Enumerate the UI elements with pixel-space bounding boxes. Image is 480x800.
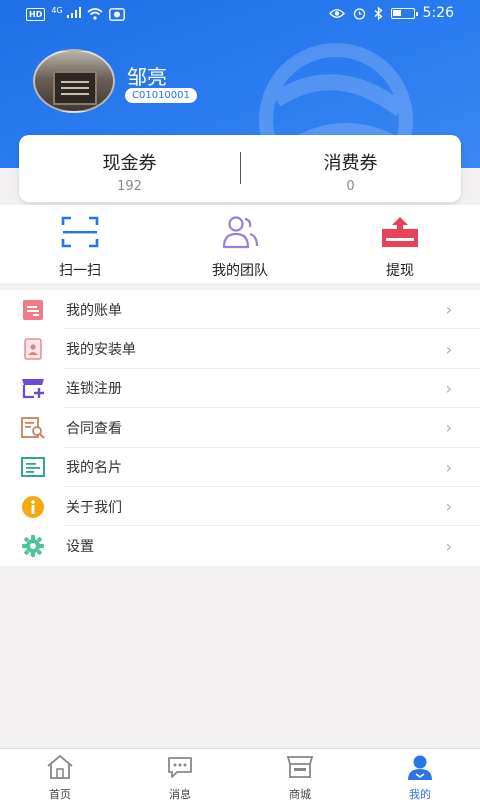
tab-mine-label: 我的 xyxy=(409,788,431,800)
menu-item-business-card-label: 我的名片 xyxy=(66,460,122,477)
business-card-icon xyxy=(20,454,46,480)
user-code-badge: C01010001 xyxy=(125,88,197,103)
status-time: 5:26 xyxy=(422,5,454,21)
my-team-button[interactable]: 我的团队 xyxy=(160,205,320,283)
menu-item-install-order-label: 我的安装单 xyxy=(66,342,136,359)
tab-home[interactable]: 首页 xyxy=(0,749,120,800)
consumption-voucher-value: 0 xyxy=(346,179,355,194)
user-name: 邹亮 xyxy=(127,65,167,89)
tab-home-label: 首页 xyxy=(49,788,71,800)
my-team-label: 我的团队 xyxy=(212,263,268,279)
menu-item-store-register-label: 连锁注册 xyxy=(66,381,122,398)
status-bar: HD 4G 5:26 xyxy=(0,0,480,28)
chevron-right-icon: › xyxy=(445,457,452,477)
wifi-icon xyxy=(87,8,103,20)
menu-item-store-register[interactable]: 连锁注册 › xyxy=(0,369,480,409)
cash-voucher[interactable]: 现金券 192 xyxy=(19,135,240,202)
menu-item-contract-label: 合同查看 xyxy=(66,420,122,437)
contract-search-icon xyxy=(20,415,46,441)
alarm-icon xyxy=(353,7,365,20)
shop-icon xyxy=(286,756,314,778)
menu-item-bill-label: 我的账单 xyxy=(66,302,122,319)
eye-icon xyxy=(328,8,345,18)
chevron-right-icon: › xyxy=(445,418,452,438)
quick-actions: 扫一扫 我的团队 提现 xyxy=(0,205,480,283)
menu-item-business-card[interactable]: 我的名片 › xyxy=(0,448,480,487)
tab-message[interactable]: 消息 xyxy=(120,749,240,800)
cash-voucher-value: 192 xyxy=(117,179,142,194)
info-icon xyxy=(20,494,46,520)
menu-item-install-order[interactable]: 我的安装单 › xyxy=(0,329,480,369)
home-icon xyxy=(47,754,73,779)
withdraw-icon xyxy=(382,217,418,247)
store-register-icon xyxy=(20,375,46,401)
menu-item-about-us-label: 关于我们 xyxy=(66,499,122,516)
voucher-card: 现金券 192 消费券 0 xyxy=(19,135,461,202)
consumption-voucher[interactable]: 消费券 0 xyxy=(240,135,461,202)
cash-voucher-title: 现金券 xyxy=(102,153,157,174)
withdraw-label: 提现 xyxy=(386,263,414,279)
scan-label: 扫一扫 xyxy=(59,263,101,279)
chevron-right-icon: › xyxy=(445,378,452,398)
bottom-tab-bar: 首页 消息 商城 我的 xyxy=(0,748,480,800)
avatar[interactable] xyxy=(33,49,115,113)
chevron-right-icon: › xyxy=(445,497,452,517)
scan-icon xyxy=(61,216,99,248)
voucher-divider xyxy=(240,152,241,184)
profile-icon xyxy=(408,755,432,780)
signal-icon: 4G xyxy=(51,6,81,22)
hd-badge: HD xyxy=(26,7,46,21)
menu-item-bill[interactable]: 我的账单 › xyxy=(0,290,480,330)
message-icon xyxy=(168,757,192,778)
menu-list: 我的账单 › 我的安装单 › 连锁注册 › 合同查看 › 我的名片 › 关于我们… xyxy=(0,290,480,566)
battery-icon xyxy=(390,7,418,19)
app-notification-icon xyxy=(108,7,125,21)
chevron-right-icon: › xyxy=(445,536,452,556)
menu-item-contract[interactable]: 合同查看 › xyxy=(0,408,480,448)
bluetooth-icon xyxy=(374,6,383,20)
consumption-voucher-title: 消费券 xyxy=(323,153,378,174)
menu-item-about-us[interactable]: 关于我们 › xyxy=(0,487,480,527)
tab-shop-label: 商城 xyxy=(289,788,311,800)
withdraw-button[interactable]: 提现 xyxy=(320,205,480,283)
install-order-icon xyxy=(20,336,46,362)
chevron-right-icon: › xyxy=(445,339,452,359)
scan-button[interactable]: 扫一扫 xyxy=(0,205,160,283)
settings-gear-icon xyxy=(20,533,46,559)
bill-icon xyxy=(20,297,46,323)
team-icon xyxy=(222,216,259,249)
menu-item-settings-label: 设置 xyxy=(66,539,94,556)
tab-shop[interactable]: 商城 xyxy=(240,749,360,800)
menu-item-settings[interactable]: 设置 › xyxy=(0,526,480,565)
tab-message-label: 消息 xyxy=(169,788,191,800)
tab-mine[interactable]: 我的 xyxy=(360,749,480,800)
chevron-right-icon: › xyxy=(445,300,452,320)
